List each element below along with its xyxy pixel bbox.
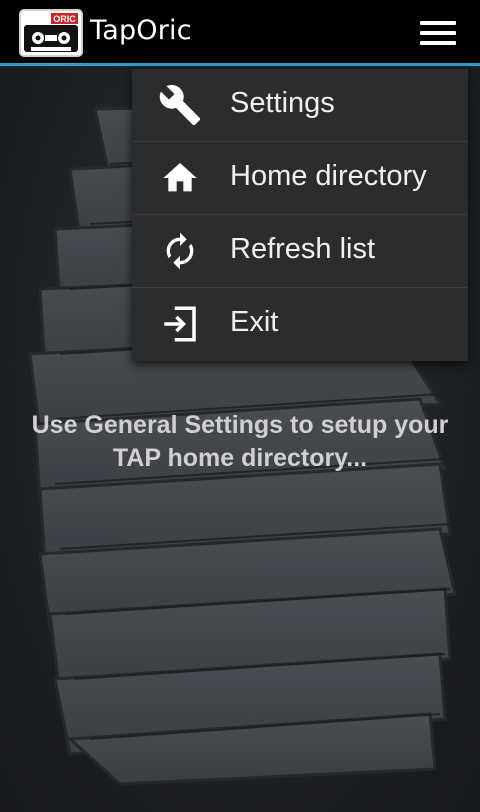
menu-item-label: Refresh list xyxy=(230,233,376,265)
home-icon xyxy=(156,156,204,200)
overflow-menu: Settings Home directory Refresh list Exi… xyxy=(132,69,468,361)
menu-item-exit[interactable]: Exit xyxy=(132,288,468,361)
wrench-icon xyxy=(156,83,204,127)
app-title: TapOric xyxy=(90,15,192,46)
setup-hint-text: Use General Settings to setup your TAP h… xyxy=(31,411,449,472)
action-bar: ORIC TapOric xyxy=(0,0,480,66)
hamburger-menu-icon[interactable] xyxy=(414,14,462,52)
menu-item-label: Settings xyxy=(230,87,335,119)
app-logo-icon[interactable]: ORIC xyxy=(19,9,83,57)
app-logo-badge: ORIC xyxy=(53,14,76,24)
exit-icon xyxy=(156,302,204,346)
menu-item-refresh-list[interactable]: Refresh list xyxy=(132,215,468,288)
menu-item-home-directory[interactable]: Home directory xyxy=(132,142,468,215)
menu-item-settings[interactable]: Settings xyxy=(132,69,468,142)
refresh-icon xyxy=(156,229,204,273)
menu-item-label: Exit xyxy=(230,306,279,338)
menu-item-label: Home directory xyxy=(230,160,427,192)
